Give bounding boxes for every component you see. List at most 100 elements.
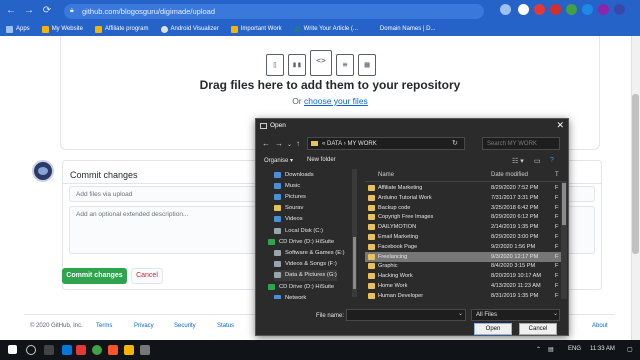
reload-icon[interactable]: ⟳	[40, 4, 54, 18]
nav-item[interactable]: Network	[274, 292, 306, 299]
language-indicator[interactable]: ENG	[568, 346, 581, 352]
footer-link-about[interactable]: About	[592, 323, 608, 329]
nav-item-icon	[274, 216, 281, 223]
commit-changes-button[interactable]: Commit changes	[62, 268, 127, 284]
file-name: Backup code	[378, 204, 411, 211]
bookmark-apps[interactable]: Apps	[6, 25, 30, 33]
footer-link-security[interactable]: Security	[174, 323, 196, 329]
dialog-cancel-button[interactable]: Cancel	[519, 323, 557, 335]
file-row[interactable]: Affiliate Marketing 8/29/2020 7:52 PM F	[365, 183, 561, 193]
extension-icon[interactable]	[550, 4, 561, 15]
chrome-icon[interactable]	[92, 345, 102, 355]
open-button[interactable]: Open	[474, 323, 512, 335]
bookmark-write-article[interactable]: Write Your Article (...	[293, 25, 358, 33]
file-name-input[interactable]	[346, 309, 466, 321]
notification-icon[interactable]: ▢	[627, 346, 633, 353]
edge-icon[interactable]	[62, 345, 72, 355]
file-row[interactable]: Home Work 4/13/2020 11:23 AM F	[365, 281, 561, 291]
file-row[interactable]: Facebook Page 9/2/2020 1:56 PM F	[365, 242, 561, 252]
path-bar[interactable]: « DATA › MY WORK	[307, 137, 465, 150]
path-segment-my-work[interactable]: MY WORK	[347, 141, 376, 147]
bookmark-affiliate[interactable]: Affiliate program	[94, 25, 149, 33]
avatar[interactable]	[32, 160, 54, 182]
address-bar[interactable]: 🔒︎ github.com/blogosguru/digimade/upload	[64, 3, 484, 19]
document-icon: ▯	[266, 54, 284, 76]
file-row[interactable]: Hacking Work 8/20/2019 10:17 AM F	[365, 271, 561, 281]
nav-item-label: Videos & Songs (F:)	[285, 261, 337, 268]
file-row[interactable]: DAILYMOTION 2/14/2019 1:35 PM F	[365, 222, 561, 232]
file-row[interactable]: Backup code 3/25/2018 6:42 PM F	[365, 203, 561, 213]
star-icon[interactable]	[500, 4, 511, 15]
path-segment-data[interactable]: DATA	[327, 141, 342, 147]
chevron-down-icon[interactable]: ⌄	[287, 141, 292, 148]
extension-icon[interactable]	[598, 4, 609, 15]
network-icon[interactable]: ▤	[548, 346, 554, 353]
nav-item[interactable]: Videos	[274, 214, 303, 225]
extension-icon[interactable]	[582, 4, 593, 15]
nav-item[interactable]: CD Drive (D:) HiSuite	[268, 281, 334, 292]
cancel-button[interactable]: Cancel	[131, 268, 163, 284]
up-arrow-icon[interactable]: ↑	[296, 139, 300, 148]
refresh-icon[interactable]: ↻	[452, 139, 458, 147]
task-view-icon[interactable]	[44, 345, 54, 355]
view-options-icon[interactable]: ☷ ▾	[512, 157, 524, 165]
bookmark-important-work[interactable]: Important Work	[230, 25, 282, 33]
column-name[interactable]: Name	[378, 172, 394, 178]
close-icon[interactable]: ✕	[556, 120, 564, 131]
choose-files-link[interactable]: choose your files	[304, 96, 368, 106]
column-type[interactable]: T	[555, 172, 559, 178]
search-icon[interactable]	[26, 345, 36, 355]
organise-menu[interactable]: Organise ▾	[264, 157, 293, 164]
page-scroll-thumb[interactable]	[632, 94, 639, 254]
file-row[interactable]: Copyrigh Free Images 8/29/2020 6:12 PM F	[365, 212, 561, 222]
nav-item[interactable]: CD Drive (D:) HiSuite	[268, 236, 334, 247]
profile-avatar[interactable]	[614, 4, 625, 15]
chevron-down-icon[interactable]: ⌄	[458, 310, 463, 317]
forward-arrow-icon[interactable]: →	[275, 139, 283, 148]
nav-item[interactable]: Local Disk (C:)	[274, 225, 323, 236]
wordpress-icon	[293, 25, 301, 33]
new-folder-button[interactable]: New folder	[307, 157, 336, 163]
nav-item[interactable]: Downloads	[274, 169, 314, 180]
file-explorer-icon[interactable]	[124, 345, 134, 355]
file-row[interactable]: Human Developer 8/31/2019 1:35 PM F	[365, 291, 561, 299]
nav-item[interactable]: Software & Games (E:)	[274, 247, 345, 258]
footer-link-status[interactable]: Status	[217, 323, 234, 329]
back-arrow-icon[interactable]: ←	[262, 139, 270, 148]
column-date-modified[interactable]: Date modified	[491, 172, 528, 178]
file-row[interactable]: Email Marketing 8/29/2020 3:00 PM F	[365, 232, 561, 242]
app-icon[interactable]	[140, 345, 150, 355]
nav-item[interactable]: Sourav	[274, 203, 303, 214]
forward-arrow-icon[interactable]: →	[22, 4, 36, 18]
bookmark-my-website[interactable]: My Website	[41, 25, 83, 33]
file-type-select[interactable]: All Files	[471, 309, 560, 321]
file-row[interactable]: Graphic 8/4/2020 3:15 PM F	[365, 261, 561, 271]
tray-chevron-icon[interactable]: ⌃	[536, 346, 541, 353]
clock[interactable]: 11:33 AM	[590, 346, 615, 352]
brave-icon[interactable]	[108, 345, 118, 355]
dialog-titlebar[interactable]: Open ✕	[256, 119, 568, 133]
file-row[interactable]: Freelancing 9/3/2020 12:17 PM F	[365, 251, 561, 262]
footer-link-terms[interactable]: Terms	[96, 323, 112, 329]
extension-icon[interactable]	[518, 4, 529, 15]
nav-item[interactable]: Data & Pictures (G:)	[274, 269, 337, 281]
nav-item[interactable]: Pictures	[274, 191, 306, 202]
preview-pane-icon[interactable]: ▭	[534, 157, 541, 165]
nav-item-label: Network	[285, 294, 307, 299]
help-icon[interactable]: ?	[550, 157, 554, 164]
app-icon[interactable]	[76, 345, 86, 355]
windows-start-icon[interactable]	[8, 345, 17, 354]
bookmark-android-visualizer[interactable]: Android Visualizer	[160, 25, 219, 33]
footer-link-privacy[interactable]: Privacy	[134, 323, 154, 329]
search-input[interactable]: Search MY WORK	[482, 137, 560, 150]
nav-item[interactable]: Videos & Songs (F:)	[274, 259, 337, 270]
back-arrow-icon[interactable]: ←	[4, 4, 18, 18]
file-row[interactable]: Arduino Tutorial Work 7/31/2017 3:31 PM F	[365, 193, 561, 203]
chevron-down-icon[interactable]: ⌄	[553, 310, 558, 317]
nav-item[interactable]: Music	[274, 180, 300, 191]
extension-icon[interactable]	[566, 4, 577, 15]
nav-scroll-thumb[interactable]	[353, 237, 356, 289]
file-list-scroll-thumb[interactable]	[562, 183, 566, 225]
extension-icon[interactable]	[534, 4, 545, 15]
bookmark-domain-names[interactable]: Domain Names | D...	[369, 25, 435, 33]
